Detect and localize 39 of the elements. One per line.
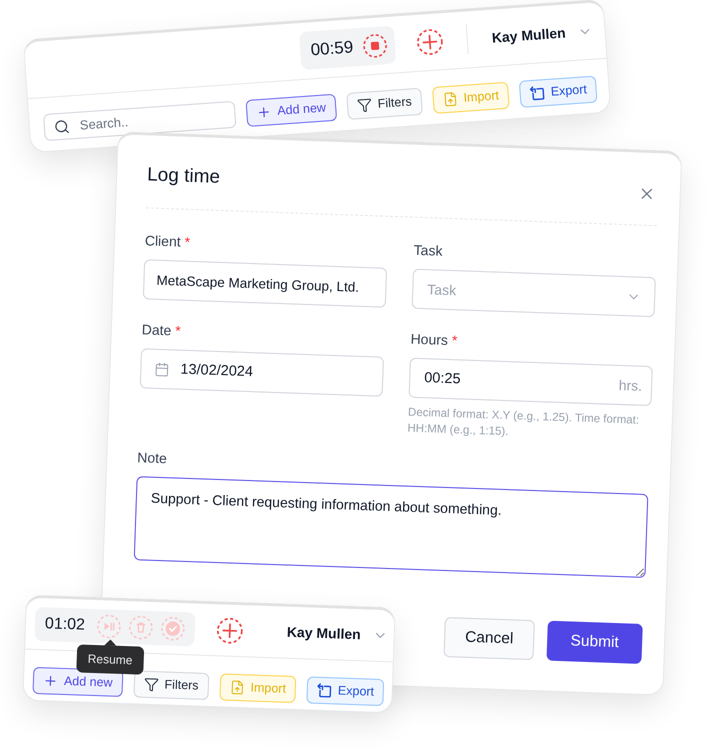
required-asterisk: * (174, 321, 182, 341)
filter-icon (143, 676, 159, 692)
user-menu-button[interactable]: Kay Mullen (491, 20, 594, 48)
box-arrow-icon (529, 85, 546, 102)
add-new-button[interactable]: Add new (246, 94, 337, 127)
note-textarea[interactable]: Support - Client requesting information about something. (134, 476, 648, 578)
text-input[interactable]: MetaScape Marketing Group, Ltd. (142, 259, 388, 308)
date-field[interactable]: 13/02/2024 (140, 348, 384, 397)
file-upload-icon (442, 91, 458, 108)
box-arrow-icon (316, 682, 332, 698)
unit-label: hrs. (618, 376, 642, 395)
timer-display: 00:59 (310, 36, 354, 62)
stop-icon[interactable] (362, 33, 388, 59)
cancel-button[interactable]: Cancel (444, 617, 535, 660)
search-icon (53, 118, 70, 135)
file-upload-icon (229, 680, 245, 696)
field-label: Note (136, 448, 168, 468)
timer-display: 01:02 (44, 614, 86, 636)
select-field[interactable]: Task (412, 268, 656, 318)
tooltip: Resume (76, 638, 144, 675)
field-label: Task (413, 240, 443, 261)
add-circle-icon[interactable] (216, 616, 244, 644)
filters-button[interactable]: Filters (133, 670, 210, 700)
dialog-title: Log time (146, 163, 220, 190)
field-hint: Decimal format: X.Y (e.g., 1.25). Time format: HH:MM (e.g., 1:15). (407, 406, 640, 440)
submit-button[interactable]: Submit (546, 620, 643, 664)
user-menu-button[interactable]: Kay Mullen (286, 622, 388, 646)
export-button[interactable]: Export (518, 76, 598, 108)
field-label: Hours (410, 330, 448, 350)
export-button[interactable]: Export (306, 676, 384, 706)
field-label: Client (144, 231, 182, 252)
field-label: Date (141, 320, 172, 340)
calendar-icon (154, 361, 170, 377)
required-asterisk: * (184, 232, 190, 252)
filter-icon (356, 97, 372, 114)
add-circle-icon[interactable] (416, 28, 444, 56)
plus-icon (42, 673, 58, 689)
filters-button[interactable]: Filters (346, 88, 423, 120)
required-asterisk: * (452, 331, 458, 350)
